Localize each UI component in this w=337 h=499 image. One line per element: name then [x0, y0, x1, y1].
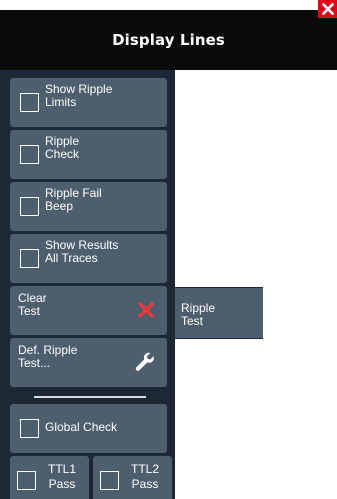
def-ripple-test-label: Def. Ripple Test... [18, 343, 78, 370]
title-bar: Display Lines [0, 10, 337, 70]
softkey-panel: Show Ripple Limits Ripple Check Ripple F… [0, 70, 175, 499]
clear-test-label: Clear Test [18, 291, 47, 318]
wrench-icon [135, 352, 154, 371]
ripple-check-label: Ripple Check [45, 134, 80, 161]
x-icon [138, 302, 154, 318]
clear-test-button[interactable]: Clear Test [10, 286, 167, 335]
display-lines-dialog: Display Lines Show Ripple Limits Ripple … [0, 0, 337, 499]
global-check-label: Global Check [45, 420, 118, 434]
divider [34, 396, 146, 398]
close-icon [321, 3, 334, 15]
ttl2-pass-checkbox[interactable] [100, 471, 119, 490]
ripple-fail-beep-label: Ripple Fail Beep [45, 186, 102, 213]
show-results-all-traces-label: Show Results All Traces [45, 238, 119, 265]
ttl2-pass-label: TTL2 Pass [130, 462, 159, 491]
ttl1-pass-button[interactable]: TTL1 Pass [10, 456, 89, 499]
global-check-checkbox[interactable] [20, 419, 39, 438]
ttl2-pass-button[interactable]: TTL2 Pass [93, 456, 172, 499]
ripple-test-label: Ripple Test [181, 301, 216, 328]
ripple-check-checkbox[interactable] [20, 145, 39, 164]
close-button[interactable] [318, 0, 337, 18]
dialog-title: Display Lines [112, 31, 225, 49]
show-results-all-traces-checkbox[interactable] [20, 249, 39, 268]
show-ripple-limits-button[interactable]: Show Ripple Limits [10, 78, 167, 127]
ripple-test-submenu-button[interactable]: Ripple Test [175, 287, 263, 339]
ttl1-pass-checkbox[interactable] [17, 471, 36, 490]
global-check-button[interactable]: Global Check [10, 404, 167, 453]
show-ripple-limits-checkbox[interactable] [20, 93, 39, 112]
ripple-fail-beep-checkbox[interactable] [20, 197, 39, 216]
show-results-all-traces-button[interactable]: Show Results All Traces [10, 234, 167, 283]
def-ripple-test-button[interactable]: Def. Ripple Test... [10, 338, 167, 387]
ripple-check-button[interactable]: Ripple Check [10, 130, 167, 179]
ttl1-pass-label: TTL1 Pass [47, 462, 76, 491]
ripple-fail-beep-button[interactable]: Ripple Fail Beep [10, 182, 167, 231]
show-ripple-limits-label: Show Ripple Limits [45, 82, 113, 109]
